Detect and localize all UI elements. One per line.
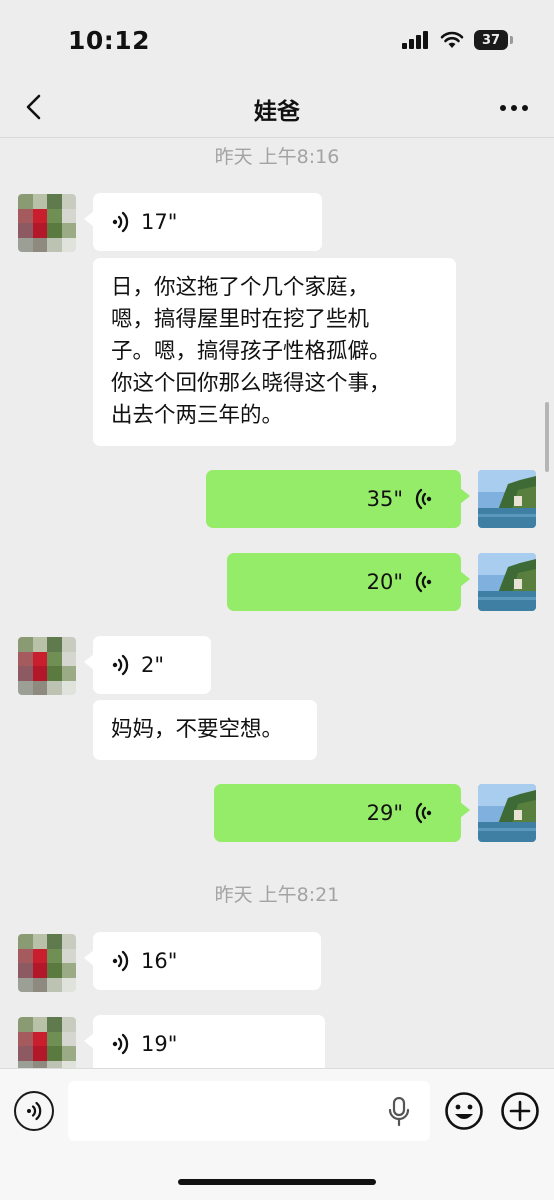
- voice-wave-icon: [112, 654, 129, 676]
- voice-duration: 20": [366, 570, 403, 594]
- voice-message[interactable]: 17": [84, 193, 322, 251]
- scrollbar[interactable]: [545, 402, 549, 472]
- voice-duration: 29": [366, 801, 403, 825]
- wifi-icon: [440, 31, 464, 48]
- home-indicator: [178, 1179, 376, 1185]
- input-bar: [0, 1068, 554, 1200]
- chat-title: 娃爸: [254, 99, 300, 125]
- contact-avatar[interactable]: [18, 1017, 76, 1075]
- mic-icon[interactable]: [388, 1097, 410, 1127]
- timestamp: 昨天 上午8:21: [214, 884, 340, 906]
- voice-message[interactable]: 16": [84, 932, 321, 990]
- contact-avatar[interactable]: [18, 637, 76, 695]
- user-avatar[interactable]: [478, 553, 536, 611]
- status-icons: 37: [402, 30, 513, 50]
- chat-header: 娃爸: [0, 80, 554, 138]
- voice-message[interactable]: 2": [84, 636, 211, 694]
- message-line: 子。嗯，搞得孩子性格孤僻。: [111, 339, 391, 364]
- battery-icon: 37: [474, 30, 513, 50]
- voice-wave-icon: [415, 488, 432, 510]
- voice-duration: 17": [141, 210, 178, 234]
- status-time: 10:12: [68, 26, 151, 55]
- message-line: 出去个两三年的。: [111, 403, 284, 428]
- voice-duration: 35": [366, 487, 403, 511]
- text-message[interactable]: 妈妈，不要空想。: [93, 700, 317, 760]
- message-line: 嗯，搞得屋里时在挖了些机: [111, 307, 370, 332]
- voice-wave-icon: [112, 211, 129, 233]
- voice-icon[interactable]: [14, 1091, 54, 1131]
- signal-icon: [402, 31, 428, 49]
- message-line: 妈妈，不要空想。: [111, 717, 284, 742]
- voice-wave-icon: [415, 802, 432, 824]
- timestamp: 昨天 上午8:16: [214, 146, 340, 168]
- plus-icon[interactable]: [500, 1091, 540, 1131]
- voice-message[interactable]: 20": [227, 553, 470, 611]
- message-input[interactable]: [68, 1081, 430, 1141]
- voice-duration: 2": [141, 653, 165, 677]
- message-line: 日，你这拖了个几个家庭，: [111, 275, 370, 300]
- battery-level: 37: [481, 32, 501, 48]
- text-message[interactable]: 日，你这拖了个几个家庭， 嗯，搞得屋里时在挖了些机 子。嗯，搞得孩子性格孤僻。 …: [93, 258, 456, 446]
- voice-message[interactable]: 29": [214, 784, 470, 842]
- user-avatar[interactable]: [478, 470, 536, 528]
- voice-wave-icon: [415, 571, 432, 593]
- voice-toggle-glyph: [27, 1101, 42, 1121]
- contact-avatar[interactable]: [18, 194, 76, 252]
- more-dots-icon[interactable]: [498, 96, 530, 120]
- voice-duration: 16": [141, 949, 178, 973]
- status-bar: 10:12 37: [0, 0, 554, 80]
- user-avatar[interactable]: [478, 784, 536, 842]
- voice-message[interactable]: 19": [84, 1015, 325, 1073]
- contact-avatar[interactable]: [18, 934, 76, 992]
- message-line: 你这个回你那么晓得这个事，: [111, 371, 391, 396]
- voice-message[interactable]: 35": [206, 470, 470, 528]
- emoji-icon[interactable]: [444, 1091, 484, 1131]
- voice-wave-icon: [112, 950, 129, 972]
- voice-wave-icon: [112, 1033, 129, 1055]
- voice-duration: 19": [141, 1032, 178, 1056]
